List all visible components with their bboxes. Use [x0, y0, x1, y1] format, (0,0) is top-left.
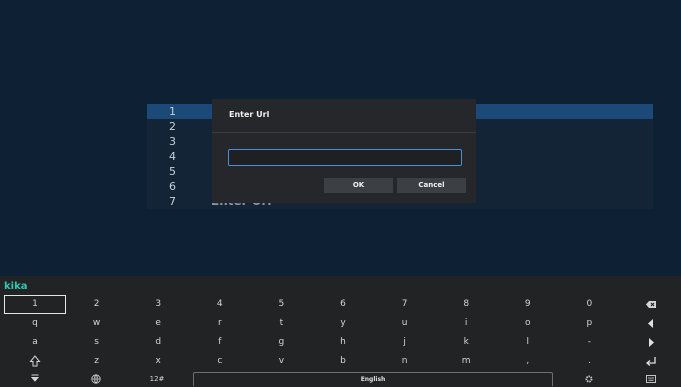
key-r[interactable]: r [189, 314, 251, 333]
globe-icon [91, 374, 101, 384]
gear-icon [585, 375, 593, 383]
key-v[interactable]: v [250, 352, 312, 371]
key-1[interactable]: 1 [4, 295, 66, 314]
list-item-number: 5 [169, 165, 176, 178]
url-input[interactable] [228, 149, 462, 166]
hide-keyboard-icon [30, 374, 40, 382]
key-3[interactable]: 3 [127, 295, 189, 314]
key-9[interactable]: 9 [497, 295, 559, 314]
list-item-number: 1 [169, 105, 176, 118]
key-o[interactable]: o [497, 314, 559, 333]
key-5[interactable]: 5 [250, 295, 312, 314]
keyboard-icon [646, 375, 656, 383]
enter-key[interactable] [620, 352, 681, 371]
key-s[interactable]: s [66, 333, 128, 352]
key-c[interactable]: c [189, 352, 251, 371]
key-7[interactable]: 7 [374, 295, 436, 314]
key-4[interactable]: 4 [189, 295, 251, 314]
key-j[interactable]: j [374, 333, 436, 352]
language-key[interactable] [65, 371, 127, 387]
list-item-number: 2 [169, 120, 176, 133]
key-t[interactable]: t [250, 314, 312, 333]
enter-url-dialog: Enter Url OK Cancel [212, 99, 476, 203]
key-k[interactable]: k [435, 333, 497, 352]
key-6[interactable]: 6 [312, 295, 374, 314]
symbols-key[interactable]: 12# [126, 371, 188, 387]
list-item-number: 3 [169, 135, 176, 148]
cursor-left-key[interactable] [620, 314, 681, 333]
on-screen-keyboard: kika 12# English 1234567890 qwertyuiop asd… [0, 276, 681, 387]
ok-button[interactable]: OK [324, 178, 393, 193]
key-period[interactable]: . [558, 352, 620, 371]
key-h[interactable]: h [312, 333, 374, 352]
space-key[interactable]: English [193, 372, 553, 386]
key-a[interactable]: a [4, 333, 66, 352]
dialog-title: Enter Url [229, 110, 270, 119]
list-item-number: 7 [169, 195, 176, 208]
key-y[interactable]: y [312, 314, 374, 333]
arrow-right-icon [649, 338, 654, 347]
cursor-right-key[interactable] [620, 333, 681, 352]
shift-key[interactable] [4, 352, 66, 371]
keyboard-brand-logo: kika [4, 281, 28, 292]
key-w[interactable]: w [66, 314, 128, 333]
settings-key[interactable] [558, 371, 620, 387]
list-item-number: 6 [169, 180, 176, 193]
hide-keyboard-key[interactable] [4, 371, 66, 387]
key-e[interactable]: e [127, 314, 189, 333]
key-f[interactable]: f [189, 333, 251, 352]
key-8[interactable]: 8 [435, 295, 497, 314]
key-g[interactable]: g [250, 333, 312, 352]
key-u[interactable]: u [374, 314, 436, 333]
app-screen: 1 2 3 4 5 6 7 Enter Url Enter Url OK Cancel [0, 0, 681, 276]
backspace-icon [646, 301, 656, 308]
key-m[interactable]: m [435, 352, 497, 371]
backspace-key[interactable] [620, 295, 681, 314]
key-l[interactable]: l [497, 333, 559, 352]
arrow-left-icon [648, 319, 653, 328]
dialog-divider [212, 132, 476, 133]
key-d[interactable]: d [127, 333, 189, 352]
key-2[interactable]: 2 [66, 295, 128, 314]
key-x[interactable]: x [127, 352, 189, 371]
key-q[interactable]: q [4, 314, 66, 333]
cancel-button[interactable]: Cancel [397, 178, 466, 193]
key-z[interactable]: z [66, 352, 128, 371]
key-p[interactable]: p [558, 314, 620, 333]
key-0[interactable]: 0 [558, 295, 620, 314]
key-dash[interactable]: - [558, 333, 620, 352]
key-n[interactable]: n [374, 352, 436, 371]
keyboard-switch-key[interactable] [620, 371, 681, 387]
key-b[interactable]: b [312, 352, 374, 371]
shift-icon [29, 355, 41, 367]
enter-icon [645, 357, 656, 366]
list-item-number: 4 [169, 150, 176, 163]
key-i[interactable]: i [435, 314, 497, 333]
key-comma[interactable]: , [497, 352, 559, 371]
